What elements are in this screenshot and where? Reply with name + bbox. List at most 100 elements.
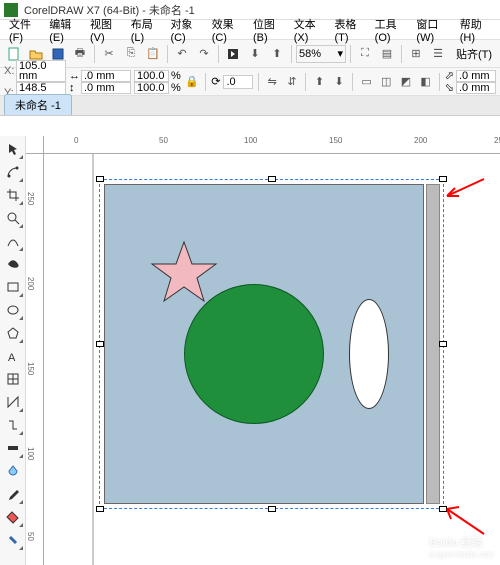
zoom-tool[interactable] [2,207,24,229]
selection-handle-n[interactable] [268,176,276,182]
menu-effects[interactable]: 效果(C) [207,16,248,44]
separator [94,45,95,63]
separator [350,45,351,63]
rectangle-tool[interactable] [2,276,24,298]
shape-tool[interactable] [2,161,24,183]
canvas-wrap: 0 50 100 150 200 250 250 200 150 100 50 [26,136,500,565]
show-rulers-button[interactable]: ▤ [377,44,397,64]
toolbox: A [0,136,26,565]
separator [167,45,168,63]
ellipse-tool[interactable] [2,299,24,321]
ruler-tick: 100 [244,136,257,145]
menu-object[interactable]: 对象(C) [165,16,206,44]
selection-marquee [99,179,444,509]
eyedropper-tool[interactable] [2,483,24,505]
align-distribute-button[interactable]: ▭ [358,72,375,92]
menu-edit[interactable]: 编辑(E) [44,16,85,44]
ruler-tick: 0 [74,136,78,145]
paste-button[interactable]: 📋 [143,44,163,64]
ruler-tick: 200 [26,277,35,290]
lock-ratio-button[interactable]: 🔒 [184,72,201,92]
document-tab-bar: 未命名 -1 [0,96,500,116]
menu-tools[interactable]: 工具(O) [370,16,412,44]
width-input[interactable]: .0 mm [81,70,131,82]
text-tool[interactable]: A [2,345,24,367]
menu-help[interactable]: 帮助(H) [455,16,496,44]
selection-handle-nw[interactable] [96,176,104,182]
intersect-button[interactable]: ◧ [417,72,434,92]
work-area: A 0 50 100 150 200 250 250 200 150 100 5… [0,136,500,565]
menu-layout[interactable]: 布局(L) [126,16,166,44]
menu-view[interactable]: 视图(V) [85,16,126,44]
dimension-tool[interactable] [2,391,24,413]
ruler-tick: 250 [494,136,500,145]
separator [401,45,402,63]
artistic-media-tool[interactable] [2,253,24,275]
cut-button[interactable]: ✂ [99,44,119,64]
outline-width-input[interactable]: .0 mm [456,70,496,82]
outline-tool[interactable] [2,529,24,551]
separator [291,45,292,63]
fill-tool[interactable] [2,506,24,528]
x-input[interactable]: 105.0 mm [16,60,66,82]
scale-y-input[interactable]: 100.0 [134,82,169,94]
redo-button[interactable]: ↷ [194,44,214,64]
mirror-v-button[interactable]: ⇵ [284,72,301,92]
app-launcher-button[interactable]: ☰ [428,44,448,64]
undo-button[interactable]: ↶ [172,44,192,64]
options-button[interactable]: ⊞ [406,44,426,64]
ruler-tick: 100 [26,447,35,460]
menu-table[interactable]: 表格(T) [329,16,369,44]
ruler-vertical[interactable]: 250 200 150 100 50 [26,154,44,565]
connector-tool[interactable] [2,414,24,436]
copy-button[interactable]: ⎘ [121,44,141,64]
size-group: ↔.0 mm ↕.0 mm [69,70,131,94]
menu-text[interactable]: 文本(X) [289,16,330,44]
outline-group: ⬀.0 mm ⬂.0 mm [445,70,496,94]
fullscreen-button[interactable]: ⛶ [355,44,375,64]
ruler-tick: 250 [26,192,35,205]
selection-handle-w[interactable] [96,341,104,347]
interactive-tool[interactable] [2,437,24,459]
menu-window[interactable]: 窗口(W) [411,16,454,44]
table-tool[interactable] [2,368,24,390]
ruler-origin[interactable] [26,136,44,154]
zoom-value: 58% [299,48,321,60]
weld-button[interactable]: ◫ [378,72,395,92]
selection-handle-s[interactable] [268,506,276,512]
annotation-arrow-bottom [439,499,489,539]
zoom-combo[interactable]: 58%▾ [296,45,346,63]
separator [352,73,353,91]
snap-label[interactable]: 贴齐(T) [452,46,496,62]
scale-x-input[interactable]: 100.0 [134,70,169,82]
ruler-horizontal[interactable]: 0 50 100 150 200 250 [44,136,500,154]
svg-text:A: A [8,352,16,363]
selection-handle-e[interactable] [439,341,447,347]
document-tab[interactable]: 未命名 -1 [4,94,72,115]
selection-handle-sw[interactable] [96,506,104,512]
page-edge-left [92,154,94,565]
transparency-tool[interactable] [2,460,24,482]
canvas[interactable] [44,154,500,565]
menu-file[interactable]: 文件(F) [4,16,44,44]
ruler-tick: 150 [329,136,342,145]
ruler-tick: 200 [414,136,427,145]
separator [258,73,259,91]
ruler-tick: 50 [26,532,35,541]
pick-tool[interactable] [2,138,24,160]
search-button[interactable] [223,44,243,64]
freehand-tool[interactable] [2,230,24,252]
height-input[interactable]: .0 mm [81,82,131,94]
mirror-h-button[interactable]: ⇋ [264,72,281,92]
polygon-tool[interactable] [2,322,24,344]
trim-button[interactable]: ◩ [398,72,415,92]
outline-width2-input[interactable]: .0 mm [456,82,496,94]
to-front-button[interactable]: ⬆ [311,72,328,92]
crop-tool[interactable] [2,184,24,206]
import-button[interactable]: ⬇ [245,44,265,64]
rotation-input[interactable]: .0 [223,75,253,89]
menu-bitmap[interactable]: 位图(B) [248,16,289,44]
print-button[interactable]: 🖶 [70,44,90,64]
to-back-button[interactable]: ⬇ [331,72,348,92]
export-button[interactable]: ⬆ [267,44,287,64]
